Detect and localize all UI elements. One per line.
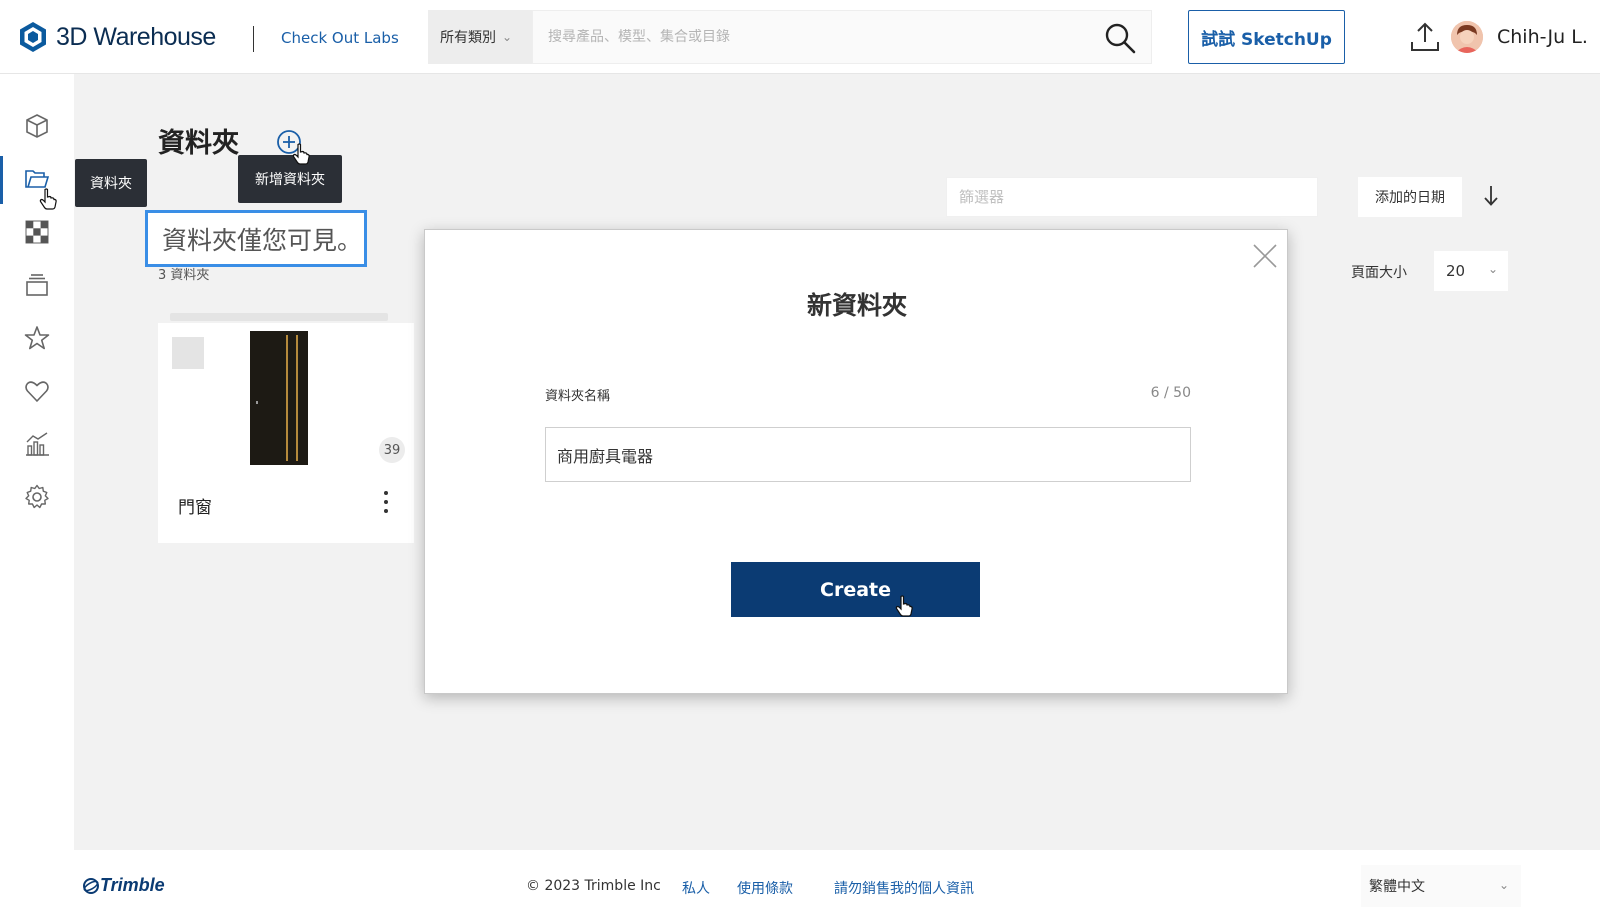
- page-size-value: 20: [1446, 262, 1466, 280]
- create-button[interactable]: Create: [731, 562, 980, 617]
- site-logo[interactable]: 3D Warehouse: [16, 18, 216, 56]
- modal-title: 新資料夾: [806, 291, 907, 320]
- trimble-brand-text: Trimble: [100, 875, 165, 895]
- sidebar-item-analytics[interactable]: [0, 419, 74, 469]
- left-sidebar: [0, 74, 74, 850]
- cube-icon: [26, 114, 48, 138]
- top-header: 3D Warehouse Check Out Labs 所有類別 ⌄ 試試 Sk…: [0, 0, 1600, 74]
- sidebar-folder-tooltip: 資料夾: [75, 159, 147, 207]
- page-size-label: 頁面大小: [1351, 265, 1407, 281]
- hand-cursor-icon: [292, 143, 310, 165]
- heart-icon: [25, 381, 49, 402]
- chevron-down-icon: ⌄: [502, 30, 513, 44]
- new-folder-modal: 新資料夾 資料夾名稱 6 / 50 Create: [424, 229, 1288, 694]
- language-select[interactable]: 繁體中文 ⌄: [1361, 865, 1521, 907]
- kebab-menu-icon[interactable]: [378, 489, 394, 515]
- copyright-text: © 2023 Trimble Inc: [526, 878, 661, 894]
- sidebar-item-collections[interactable]: [0, 260, 74, 310]
- stack-icon: [26, 274, 48, 296]
- folder-select-checkbox[interactable]: [172, 337, 204, 369]
- page-size-select[interactable]: 20 ⌄: [1434, 251, 1508, 291]
- character-counter: 6 / 50: [1150, 385, 1191, 401]
- try-sketchup-button[interactable]: 試試 SketchUp: [1188, 10, 1345, 64]
- gear-icon: [25, 484, 49, 509]
- sort-by-date-button[interactable]: 添加的日期: [1358, 177, 1462, 217]
- filter-input[interactable]: [946, 177, 1318, 217]
- folder-card[interactable]: 39 門窗: [158, 323, 414, 543]
- upload-icon[interactable]: [1408, 20, 1442, 54]
- trimble-globe-icon: [83, 877, 99, 894]
- category-select-label: 所有類別: [440, 30, 496, 46]
- page-footer: Trimble © 2023 Trimble Inc 私人 使用條款 請勿銷售我…: [0, 850, 1600, 923]
- language-value: 繁體中文: [1369, 879, 1425, 895]
- sidebar-item-folders[interactable]: [0, 154, 74, 204]
- add-folder-tooltip: 新增資料夾: [238, 155, 342, 203]
- hand-cursor-icon: [895, 595, 913, 617]
- chevron-down-icon: ⌄: [1487, 262, 1498, 276]
- header-divider: [253, 26, 254, 52]
- folder-name[interactable]: 門窗: [178, 493, 212, 518]
- star-icon: [24, 326, 50, 350]
- chart-icon: [26, 432, 49, 456]
- visibility-note: 資料夾僅您可見。: [145, 210, 367, 267]
- sidebar-item-materials[interactable]: [0, 207, 74, 257]
- category-select[interactable]: 所有類別 ⌄: [428, 10, 532, 64]
- privacy-link[interactable]: 私人: [682, 878, 710, 898]
- search-input[interactable]: [548, 29, 1068, 45]
- avatar[interactable]: [1451, 21, 1483, 53]
- hand-cursor-icon: [39, 188, 57, 210]
- user-name[interactable]: Chih-Ju L.: [1497, 26, 1588, 48]
- terms-link[interactable]: 使用條款: [737, 878, 793, 898]
- warehouse-logo-icon: [20, 22, 46, 52]
- folder-count: 3 資料夾: [158, 268, 210, 283]
- sidebar-item-favorites[interactable]: [0, 313, 74, 363]
- checker-icon: [25, 220, 49, 244]
- user-avatar-icon: [1451, 21, 1483, 53]
- chevron-down-icon: ⌄: [1498, 878, 1509, 892]
- page-title: 資料夾: [158, 128, 239, 159]
- sidebar-item-settings[interactable]: [0, 472, 74, 522]
- logo-text: 3D Warehouse: [56, 22, 216, 51]
- folder-item-count-badge: 39: [379, 437, 405, 463]
- sidebar-item-models[interactable]: [0, 101, 74, 151]
- sort-direction-arrow-down-icon[interactable]: [1478, 180, 1504, 212]
- search-icon[interactable]: [1103, 21, 1137, 55]
- folder-name-input[interactable]: [545, 427, 1191, 482]
- sidebar-item-likes[interactable]: [0, 366, 74, 416]
- do-not-sell-link[interactable]: 請勿銷售我的個人資訊: [834, 878, 974, 898]
- trimble-logo[interactable]: Trimble: [82, 875, 165, 896]
- folder-thumbnail-door: [250, 331, 308, 465]
- folder-name-label: 資料夾名稱: [545, 389, 611, 404]
- close-icon[interactable]: [1251, 242, 1279, 270]
- search-bar: [532, 10, 1152, 64]
- check-out-labs-link[interactable]: Check Out Labs: [281, 29, 399, 47]
- folder-card-stack-edge: [170, 313, 388, 321]
